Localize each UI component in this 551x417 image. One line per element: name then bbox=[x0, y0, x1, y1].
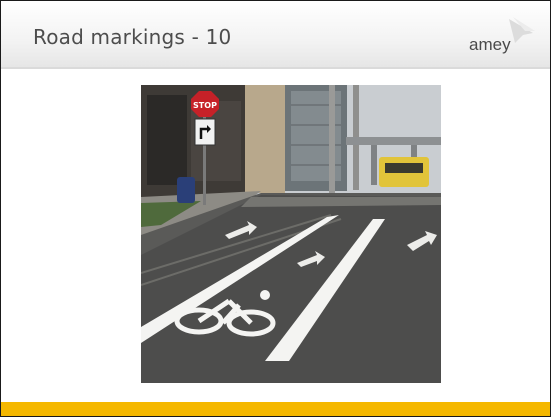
stop-sign-text: STOP bbox=[193, 101, 217, 110]
footer-accent-bar bbox=[1, 402, 550, 416]
road-markings-photo: STOP bbox=[141, 85, 441, 383]
logo-arrow-icon bbox=[509, 17, 535, 43]
slide: Road markings - 10 amey STOP bbox=[0, 0, 551, 417]
amey-logo: amey bbox=[469, 15, 539, 59]
slide-header: Road markings - 10 amey bbox=[1, 1, 550, 69]
slide-title: Road markings - 10 bbox=[33, 25, 232, 49]
